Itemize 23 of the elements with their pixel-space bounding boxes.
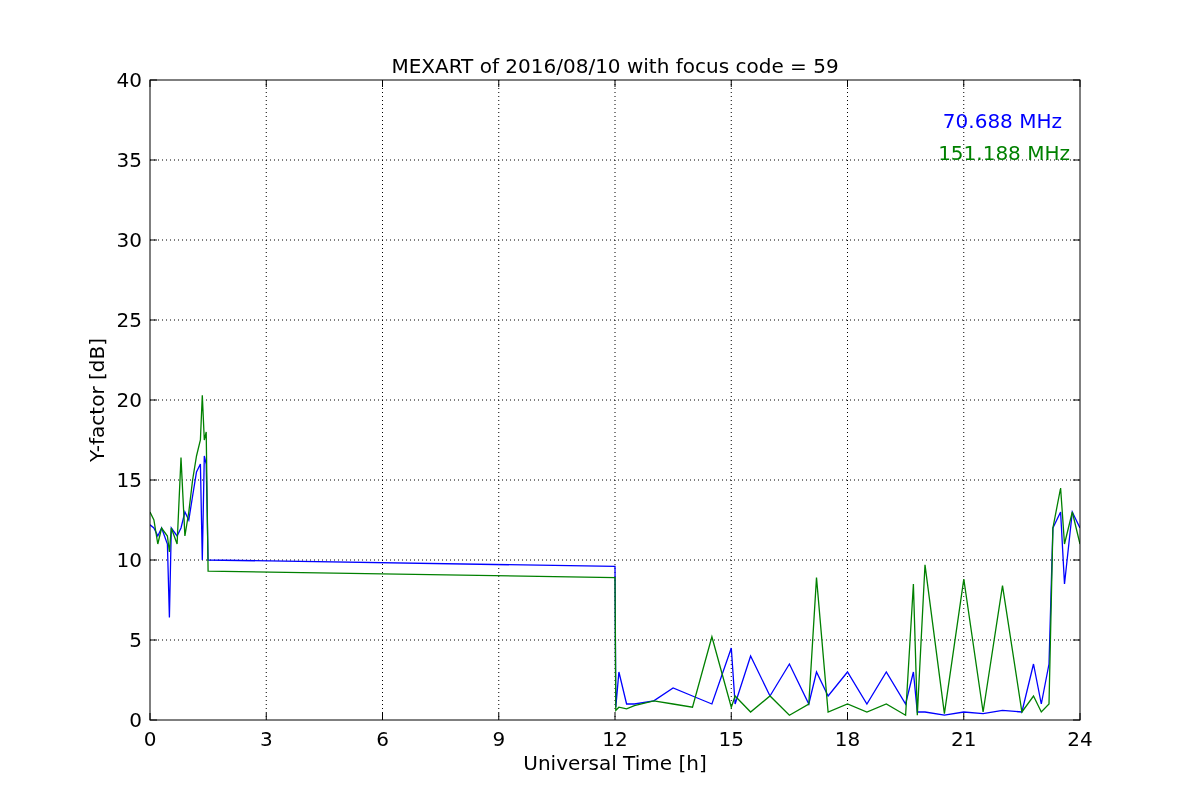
tick-label: 20: [116, 388, 142, 412]
tick-label: 25: [116, 308, 142, 332]
tick-label: 5: [129, 628, 142, 652]
tick-label: 12: [602, 727, 628, 751]
tick-label: 6: [376, 727, 389, 751]
tick-label: 0: [143, 727, 157, 751]
tick-label: 40: [116, 68, 142, 92]
axis-label: Y-factor [dB]: [85, 338, 109, 462]
tick-label: 9: [492, 727, 506, 751]
tick-label: 10: [116, 548, 142, 572]
tick-label: 0: [129, 708, 142, 732]
chart-title: MEXART of 2016/08/10 with focus code = 59: [391, 54, 839, 78]
tick-label: 30: [116, 228, 142, 252]
tick-label: 21: [951, 727, 977, 751]
tick-label: 15: [718, 727, 744, 751]
tick-label: 3: [259, 727, 273, 751]
legend-label: 151.188 MHz: [938, 141, 1070, 165]
tick-label: 15: [116, 468, 142, 492]
axis-label: Universal Time [h]: [523, 751, 707, 775]
tick-label: 35: [116, 148, 142, 172]
tick-label: 18: [834, 727, 861, 751]
tick-label: 24: [1067, 727, 1093, 751]
legend-label: 70.688 MHz: [942, 109, 1062, 133]
